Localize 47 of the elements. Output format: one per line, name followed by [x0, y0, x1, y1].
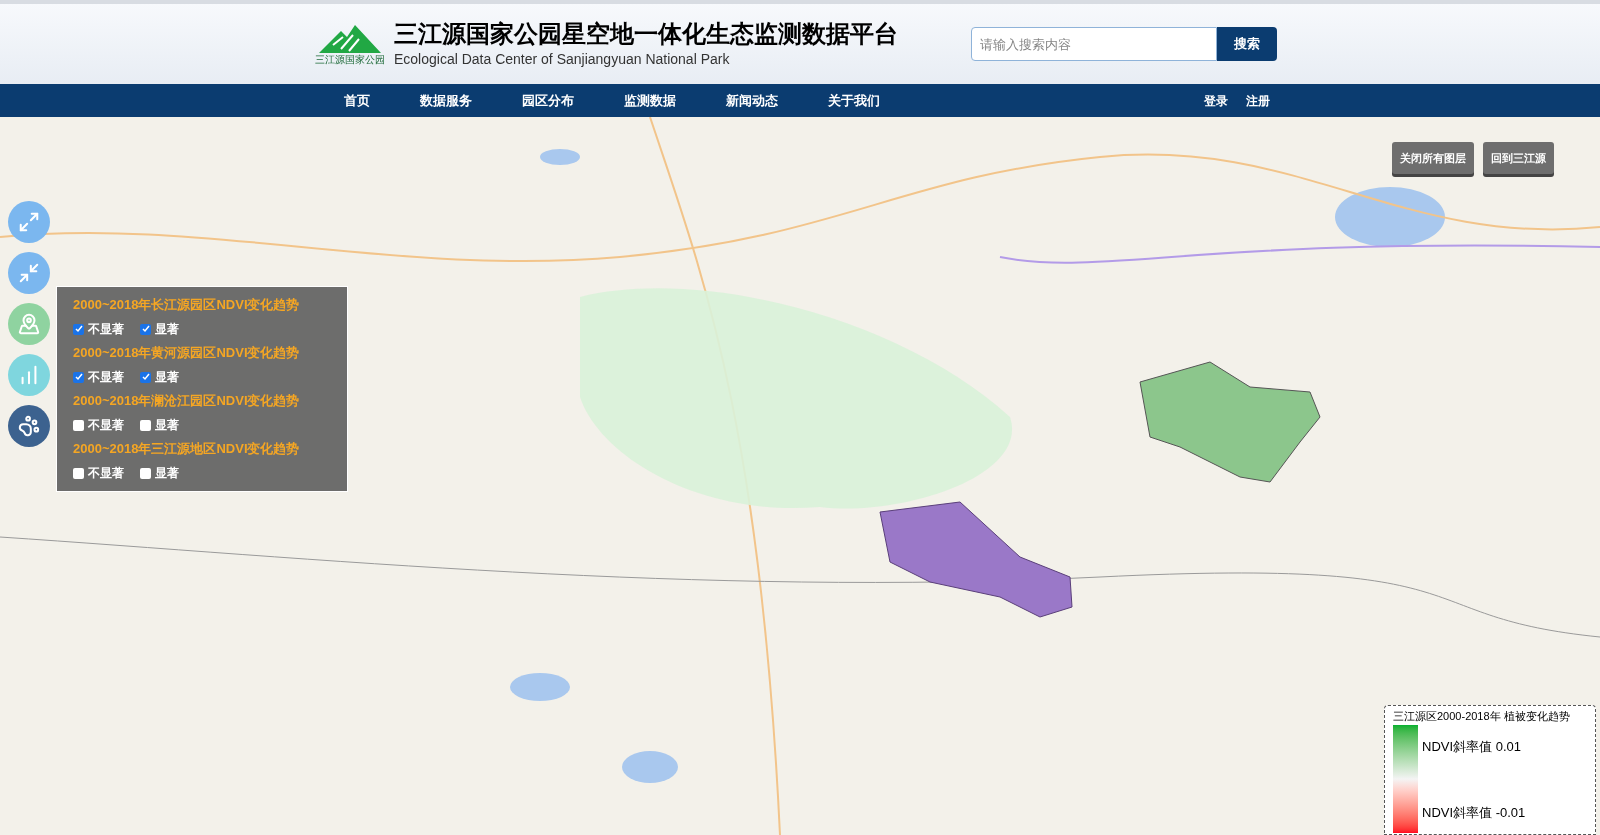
option-label: 显著	[155, 417, 179, 434]
check-icon	[141, 325, 150, 333]
nav-link[interactable]: 数据服务	[416, 90, 476, 111]
layer-checkbox[interactable]	[140, 371, 151, 383]
option-label: 显著	[155, 465, 179, 482]
account-link[interactable]: 登录	[1204, 91, 1228, 110]
nav-link[interactable]: 首页	[340, 90, 374, 111]
option-label: 显著	[155, 321, 179, 338]
option-label: 不显著	[88, 321, 124, 338]
nav-link[interactable]: 园区分布	[518, 90, 578, 111]
layer-checkbox[interactable]	[73, 467, 84, 479]
account-link[interactable]: 注册	[1246, 91, 1270, 110]
layer-title: 2000~2018年三江源地区NDVI变化趋势	[73, 440, 301, 458]
site-subtitle: Ecological Data Center of Sanjiangyuan National Park	[394, 49, 731, 69]
layer-checkbox[interactable]	[140, 419, 151, 431]
legend-high-label: NDVI斜率值 0.01	[1422, 737, 1522, 756]
layer-checkbox[interactable]	[73, 323, 84, 335]
check-icon	[74, 325, 83, 333]
search-button[interactable]: 搜索	[1217, 27, 1277, 61]
layer-checkbox[interactable]	[140, 323, 151, 335]
nav-link[interactable]: 新闻动态	[722, 90, 782, 111]
legend-title: 三江源区2000-2018年 植被变化趋势	[1393, 709, 1571, 724]
nav-link[interactable]: 关于我们	[824, 90, 884, 111]
layer-title: 2000~2018年黄河源园区NDVI变化趋势	[73, 344, 301, 362]
layer-checkbox[interactable]	[73, 419, 84, 431]
option-label: 不显著	[88, 369, 124, 386]
logo-caption: 三江源国家公园	[315, 55, 385, 65]
layer-title: 2000~2018年澜沧江园区NDVI变化趋势	[73, 392, 301, 410]
layer-checkbox[interactable]	[73, 371, 84, 383]
expand-icon	[18, 211, 40, 233]
layer-title: 2000~2018年长江源园区NDVI变化趋势	[73, 296, 301, 314]
map-action-button[interactable]: 关闭所有图层	[1392, 142, 1474, 174]
paw-icon	[18, 415, 40, 437]
legend-low-label: NDVI斜率值 -0.01	[1422, 803, 1526, 822]
site-title: 三江源国家公园星空地一体化生态监测数据平台	[394, 18, 898, 49]
map-pin-icon	[18, 313, 40, 335]
shrink-icon	[18, 262, 40, 284]
search-field[interactable]: 请输入搜索内容	[971, 27, 1217, 61]
nav-link[interactable]: 监测数据	[620, 90, 680, 111]
map-action-button[interactable]: 回到三江源	[1483, 142, 1554, 174]
mountain-logo-icon	[319, 23, 381, 53]
check-icon	[141, 373, 150, 381]
option-label: 显著	[155, 369, 179, 386]
option-label: 不显著	[88, 465, 124, 482]
option-label: 不显著	[88, 417, 124, 434]
check-icon	[74, 373, 83, 381]
layer-checkbox[interactable]	[140, 467, 151, 479]
